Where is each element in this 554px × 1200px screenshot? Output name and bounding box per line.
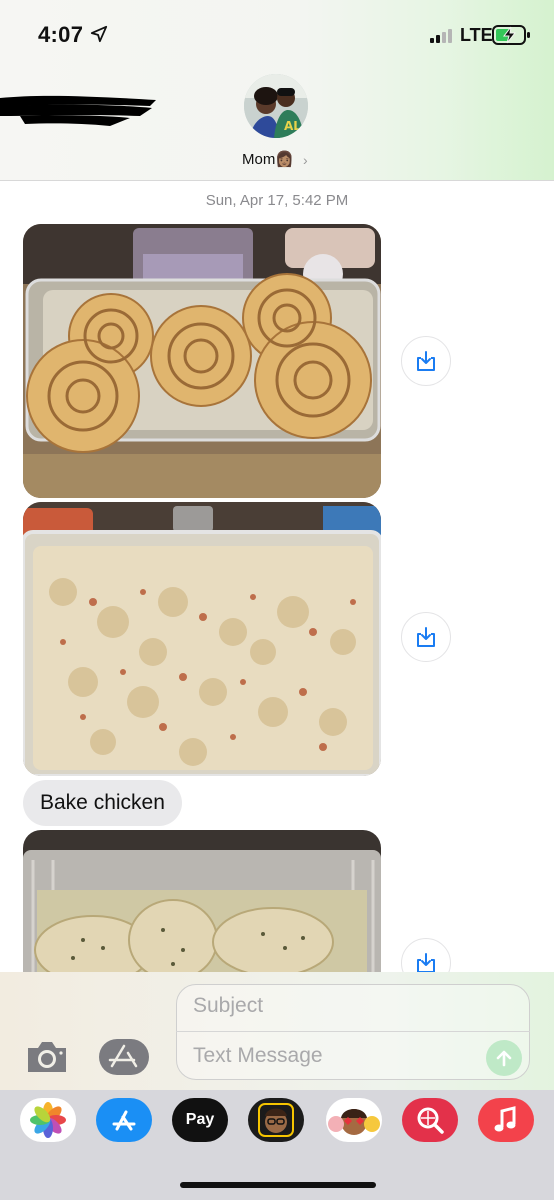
network-type: LTE: [460, 25, 493, 45]
send-button[interactable]: [486, 1040, 522, 1076]
memoji-stickers-icon[interactable]: [248, 1098, 304, 1142]
baked-chicken-photo: [23, 830, 381, 990]
potato-salad-photo: [23, 502, 381, 776]
save-download-icon: [417, 351, 435, 371]
input-divider: [176, 1031, 530, 1032]
save-download-icon: [417, 953, 435, 973]
camera-icon[interactable]: [24, 1038, 70, 1076]
contact-photo: AL: [244, 74, 308, 138]
redaction-scribble: [0, 95, 156, 126]
app-store-icon[interactable]: [98, 1038, 152, 1076]
contact-avatar[interactable]: AL: [244, 74, 308, 138]
contact-name[interactable]: Mom👩🏽: [242, 150, 294, 168]
message-bubble-incoming[interactable]: Bake chicken: [23, 780, 182, 826]
photo-message-baked-chicken[interactable]: [23, 830, 381, 990]
photo-message-potato-salad[interactable]: [23, 502, 381, 776]
app-store-drawer-icon[interactable]: [96, 1098, 152, 1142]
save-photo-button[interactable]: [401, 612, 451, 662]
send-arrow-icon: [496, 1050, 512, 1067]
images-search-icon[interactable]: [402, 1098, 458, 1142]
location-arrow-icon: [90, 25, 108, 43]
memoji-icon[interactable]: [326, 1098, 382, 1142]
status-time: 4:07: [38, 22, 84, 47]
subject-field[interactable]: Subject: [193, 994, 263, 1018]
cellular-signal-icon: [430, 29, 452, 43]
save-download-icon: [417, 627, 435, 647]
message-timestamp: Sun, Apr 17, 5:42 PM: [205, 192, 349, 209]
cinnamon-rolls-photo: [23, 224, 381, 498]
photos-app-icon[interactable]: [20, 1098, 76, 1142]
photo-message-cinnamon-rolls[interactable]: [23, 224, 381, 498]
home-indicator[interactable]: [180, 1182, 376, 1188]
message-field[interactable]: Text Message: [193, 1044, 323, 1068]
battery-charging-icon: [492, 25, 530, 45]
save-photo-button[interactable]: [401, 336, 451, 386]
pay-label: Pay: [185, 1111, 215, 1128]
apple-pay-icon[interactable]: Pay: [172, 1098, 228, 1142]
music-icon[interactable]: [478, 1098, 534, 1142]
chevron-right-icon[interactable]: ›: [303, 152, 308, 168]
